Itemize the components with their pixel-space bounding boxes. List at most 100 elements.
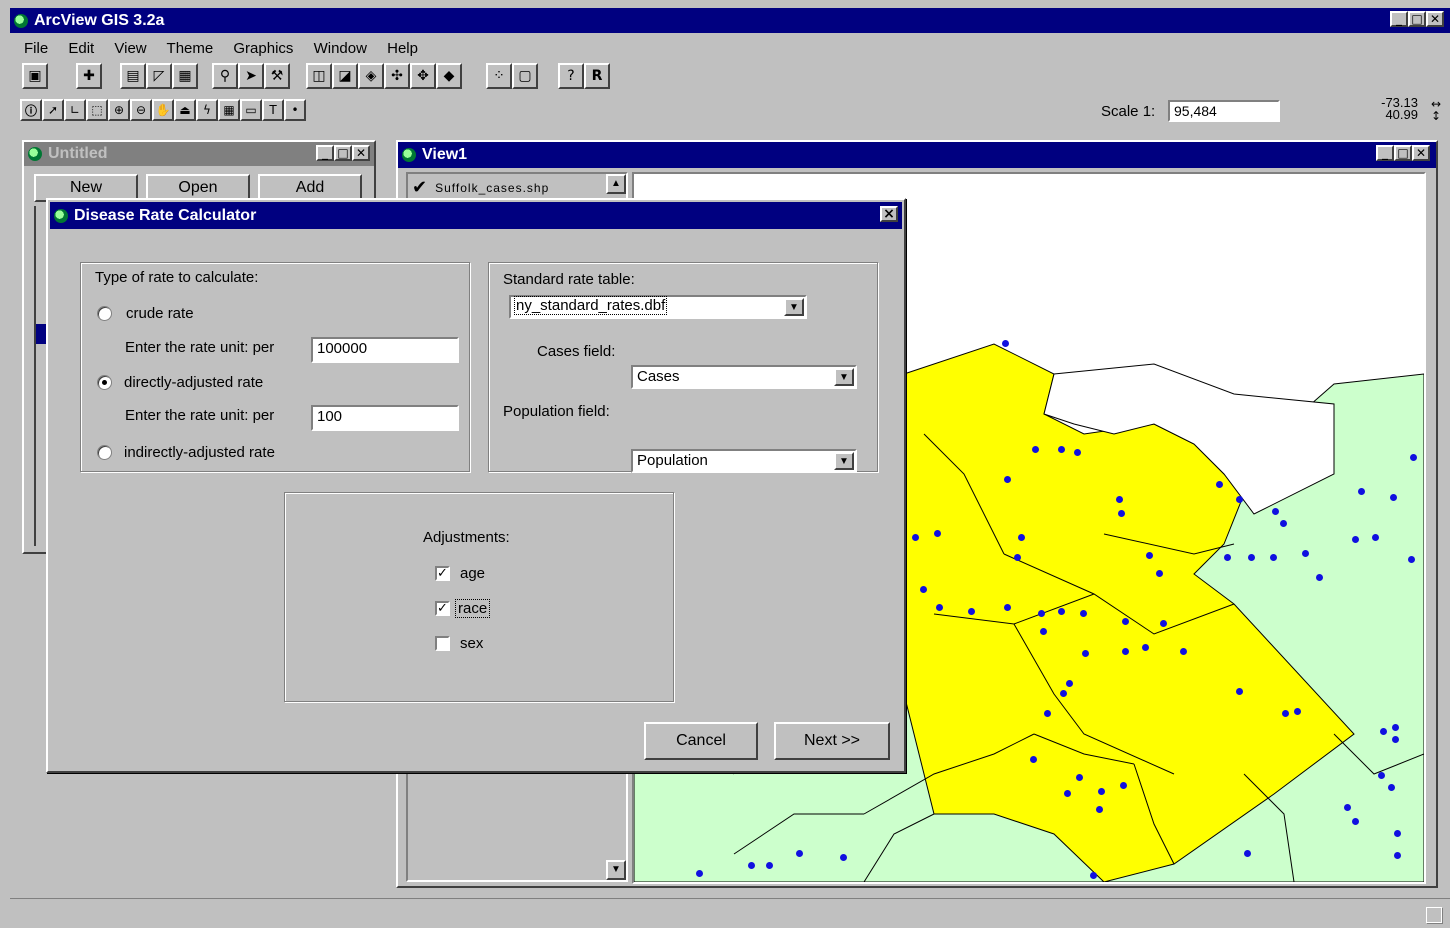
cancel-button[interactable]: Cancel [644, 722, 758, 760]
pointer-icon[interactable]: ➚ [42, 99, 64, 121]
project-icon [28, 147, 42, 161]
standard-table-label: Standard rate table: [503, 271, 635, 288]
case-point [936, 604, 943, 611]
case-point [1352, 818, 1359, 825]
menu-theme[interactable]: Theme [167, 40, 214, 57]
menu-help[interactable]: Help [387, 40, 418, 57]
standard-table-select[interactable]: ny_standard_rates.dbf ▼ [509, 295, 807, 319]
zoom-in-center-icon[interactable]: ✣ [384, 63, 410, 89]
identify-icon[interactable]: ⓘ [20, 99, 42, 121]
case-point [920, 586, 927, 593]
age-checkbox[interactable]: ✓ [435, 566, 450, 581]
menu-window[interactable]: Window [314, 40, 367, 57]
area-of-interest-icon[interactable]: ▦ [218, 99, 240, 121]
case-point [1272, 508, 1279, 515]
select-feature-icon[interactable]: ⬚ [86, 99, 108, 121]
theme-entry[interactable]: ✔ Suffolk_cases.shp [412, 177, 549, 198]
chevron-down-icon[interactable]: ▼ [834, 368, 854, 386]
menu-file[interactable]: File [24, 40, 48, 57]
indirect-rate-option[interactable]: indirectly-adjusted rate [97, 444, 275, 461]
case-point [1120, 782, 1127, 789]
open-table-icon[interactable]: ▦ [172, 63, 198, 89]
scale-input[interactable]: 95,484 [1168, 100, 1280, 122]
label-icon[interactable]: ▭ [240, 99, 262, 121]
crude-rate-radio[interactable] [97, 306, 112, 321]
rate-type-label: Type of rate to calculate: [95, 269, 259, 286]
zoom-out-center-icon[interactable]: ✥ [410, 63, 436, 89]
crude-unit-input[interactable]: 100000 [311, 337, 459, 363]
locate-address-icon[interactable]: ➤ [238, 63, 264, 89]
toc-scroll-up-icon[interactable]: ▲ [606, 174, 626, 194]
race-checkbox[interactable]: ✓ [435, 601, 450, 616]
select-by-theme-icon[interactable]: ⁘ [486, 63, 512, 89]
case-point [1270, 554, 1277, 561]
help-pointer-icon[interactable]: ? [558, 63, 584, 89]
case-point [1096, 806, 1103, 813]
crude-rate-option[interactable]: crude rate [97, 305, 194, 322]
race-option[interactable]: ✓ race [435, 599, 491, 618]
case-point [1074, 449, 1081, 456]
minimize-icon[interactable]: _ [1376, 145, 1394, 161]
hotlink-icon[interactable]: ϟ [196, 99, 218, 121]
direct-rate-label: directly-adjusted rate [124, 374, 264, 391]
sex-checkbox[interactable] [435, 636, 450, 651]
case-point [1372, 534, 1379, 541]
zoom-out-icon[interactable]: ⊖ [130, 99, 152, 121]
edit-legend-icon[interactable]: ◸ [146, 63, 172, 89]
pan-icon[interactable]: ✋ [152, 99, 174, 121]
zoom-active-themes-icon[interactable]: ◪ [332, 63, 358, 89]
text-icon[interactable]: T [262, 99, 284, 121]
case-point [1014, 554, 1021, 561]
menu-view[interactable]: View [114, 40, 146, 57]
direct-unit-input[interactable]: 100 [311, 405, 459, 431]
indirect-rate-radio[interactable] [97, 445, 112, 460]
case-point [1358, 488, 1365, 495]
theme-visible-checkmark-icon[interactable]: ✔ [412, 177, 427, 198]
zoom-selected-icon[interactable]: ◈ [358, 63, 384, 89]
chevron-down-icon[interactable]: ▼ [784, 298, 804, 316]
age-option[interactable]: ✓ age [435, 565, 485, 582]
menu-edit[interactable]: Edit [68, 40, 94, 57]
adjustments-label: Adjustments: [423, 529, 510, 546]
dialog-close-icon[interactable]: × [880, 206, 898, 222]
add-theme-icon[interactable]: ✚ [76, 63, 102, 89]
direct-rate-radio[interactable] [97, 375, 112, 390]
toc-scroll-down-icon[interactable]: ▼ [606, 860, 626, 880]
maximize-icon[interactable]: □ [1394, 145, 1412, 161]
zoom-full-extent-icon[interactable]: ◫ [306, 63, 332, 89]
minimize-icon[interactable]: _ [316, 145, 334, 161]
case-point [1004, 476, 1011, 483]
next-button[interactable]: Next >> [774, 722, 890, 760]
close-icon[interactable]: ✕ [1412, 145, 1430, 161]
sex-option[interactable]: sex [435, 635, 483, 652]
save-project-icon[interactable]: ▣ [22, 63, 48, 89]
clear-selection-icon[interactable]: ▢ [512, 63, 538, 89]
cases-field-select[interactable]: Cases ▼ [631, 365, 857, 389]
cases-field-value: Cases [637, 368, 680, 385]
query-builder-icon[interactable]: ⚒ [264, 63, 290, 89]
measure-icon[interactable]: ⏏ [174, 99, 196, 121]
maximize-icon[interactable]: □ [1408, 11, 1426, 27]
case-point [1146, 552, 1153, 559]
population-field-select[interactable]: Population ▼ [631, 449, 857, 473]
theme-properties-icon[interactable]: ▤ [120, 63, 146, 89]
close-icon[interactable]: ✕ [1426, 11, 1444, 27]
size-grip-icon[interactable] [1426, 907, 1442, 923]
menu-graphics[interactable]: Graphics [233, 40, 293, 57]
coordinate-readout: -73.13 40.99 [1378, 96, 1418, 121]
zoom-previous-icon[interactable]: ◆ [436, 63, 462, 89]
chevron-down-icon[interactable]: ▼ [834, 452, 854, 470]
minimize-icon[interactable]: _ [1390, 11, 1408, 27]
r-tool-icon[interactable]: R [584, 63, 610, 89]
maximize-icon[interactable]: □ [334, 145, 352, 161]
close-icon[interactable]: ✕ [352, 145, 370, 161]
zoom-in-icon[interactable]: ⊕ [108, 99, 130, 121]
direct-rate-option[interactable]: directly-adjusted rate [97, 374, 263, 391]
vertex-edit-icon[interactable]: ∟ [64, 99, 86, 121]
case-point [1122, 648, 1129, 655]
case-point [1216, 481, 1223, 488]
find-icon[interactable]: ⚲ [212, 63, 238, 89]
draw-point-icon[interactable]: • [284, 99, 306, 121]
case-point [1004, 604, 1011, 611]
case-point [1390, 494, 1397, 501]
